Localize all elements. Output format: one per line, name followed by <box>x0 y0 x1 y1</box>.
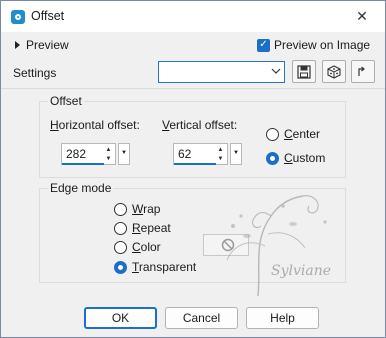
focus-underline <box>174 163 216 165</box>
horizontal-offset-dropdown[interactable]: ▼ <box>118 143 130 165</box>
edge-mode-transparent-label: Transparent <box>132 260 197 274</box>
reset-button[interactable] <box>351 60 375 83</box>
edge-mode-transparent-radio[interactable]: Transparent <box>114 260 196 274</box>
custom-radio[interactable]: Custom <box>266 151 325 165</box>
horizontal-offset-label: Horizontal offset: <box>50 118 140 132</box>
preview-row: Preview ✓ Preview on Image <box>1 35 385 57</box>
floppy-disk-icon <box>297 64 311 79</box>
cancel-button[interactable]: Cancel <box>165 307 238 329</box>
horizontal-offset-field[interactable]: 282 ▲ ▼ <box>61 143 116 165</box>
help-button[interactable]: Help <box>246 307 319 329</box>
expand-arrow-icon <box>15 41 20 49</box>
radio-empty-icon <box>114 202 127 216</box>
title-bar: Offset ✕ <box>1 1 385 32</box>
dice-icon <box>327 64 341 79</box>
chevron-down-icon <box>271 68 281 74</box>
radio-empty-icon <box>114 240 127 254</box>
randomize-button[interactable] <box>322 60 346 83</box>
edge-mode-group-title: Edge mode <box>48 181 114 195</box>
dropdown-arrow-icon: ▼ <box>233 150 239 156</box>
edge-mode-color-radio[interactable]: Color <box>114 240 161 254</box>
center-radio-label: Center <box>284 127 321 141</box>
watermark-text: Sylviane <box>271 263 332 279</box>
spin-down-icon[interactable]: ▼ <box>103 154 114 163</box>
radio-selected-icon <box>114 260 127 274</box>
flourish-watermark-icon <box>226 195 327 297</box>
settings-preset-select[interactable] <box>158 61 285 83</box>
window-title: Offset <box>31 9 65 23</box>
edge-mode-repeat-label: Repeat <box>132 221 171 235</box>
focus-underline <box>62 163 104 165</box>
horizontal-offset-value: 282 <box>66 147 87 161</box>
spin-buttons[interactable]: ▲ ▼ <box>103 145 114 163</box>
edge-mode-wrap-radio[interactable]: Wrap <box>114 202 160 216</box>
edge-mode-wrap-label: Wrap <box>132 202 161 216</box>
preview-on-image-checkbox[interactable]: ✓ Preview on Image <box>257 38 370 52</box>
spin-down-icon[interactable]: ▼ <box>215 154 226 163</box>
settings-row: Settings <box>1 60 385 88</box>
vertical-offset-field[interactable]: 62 ▲ ▼ <box>173 143 228 165</box>
spin-buttons[interactable]: ▲ ▼ <box>215 145 226 163</box>
custom-radio-label: Custom <box>284 151 326 165</box>
save-preset-button[interactable] <box>292 60 316 83</box>
spin-up-icon[interactable]: ▲ <box>103 145 114 154</box>
offset-dialog: Offset ✕ Preview ✓ Preview on Image Sett… <box>0 0 386 338</box>
offset-group-title: Offset <box>48 94 84 108</box>
radio-empty-icon <box>266 127 279 141</box>
center-radio[interactable]: Center <box>266 127 320 141</box>
radio-empty-icon <box>114 221 127 235</box>
ok-button[interactable]: OK <box>84 307 157 329</box>
close-button[interactable]: ✕ <box>339 1 385 32</box>
edge-mode-repeat-radio[interactable]: Repeat <box>114 221 171 235</box>
checkmark-icon: ✓ <box>257 38 270 52</box>
preview-on-image-label: Preview on Image <box>274 38 371 52</box>
vertical-offset-value: 62 <box>178 147 192 161</box>
spin-up-icon[interactable]: ▲ <box>215 145 226 154</box>
edge-mode-color-label: Color <box>132 240 161 254</box>
app-icon <box>11 10 25 24</box>
preview-toggle[interactable]: Preview <box>15 38 69 52</box>
vertical-offset-label: Vertical offset: <box>162 118 238 132</box>
offset-group: Offset Horizontal offset: 282 ▲ ▼ ▼ Vert… <box>39 94 346 178</box>
dropdown-arrow-icon: ▼ <box>121 150 127 156</box>
radio-selected-icon <box>266 151 279 165</box>
preview-toggle-label: Preview <box>26 38 69 52</box>
reset-icon <box>358 66 365 76</box>
vertical-offset-dropdown[interactable]: ▼ <box>230 143 242 165</box>
divider <box>1 88 385 89</box>
settings-label: Settings <box>13 66 57 80</box>
